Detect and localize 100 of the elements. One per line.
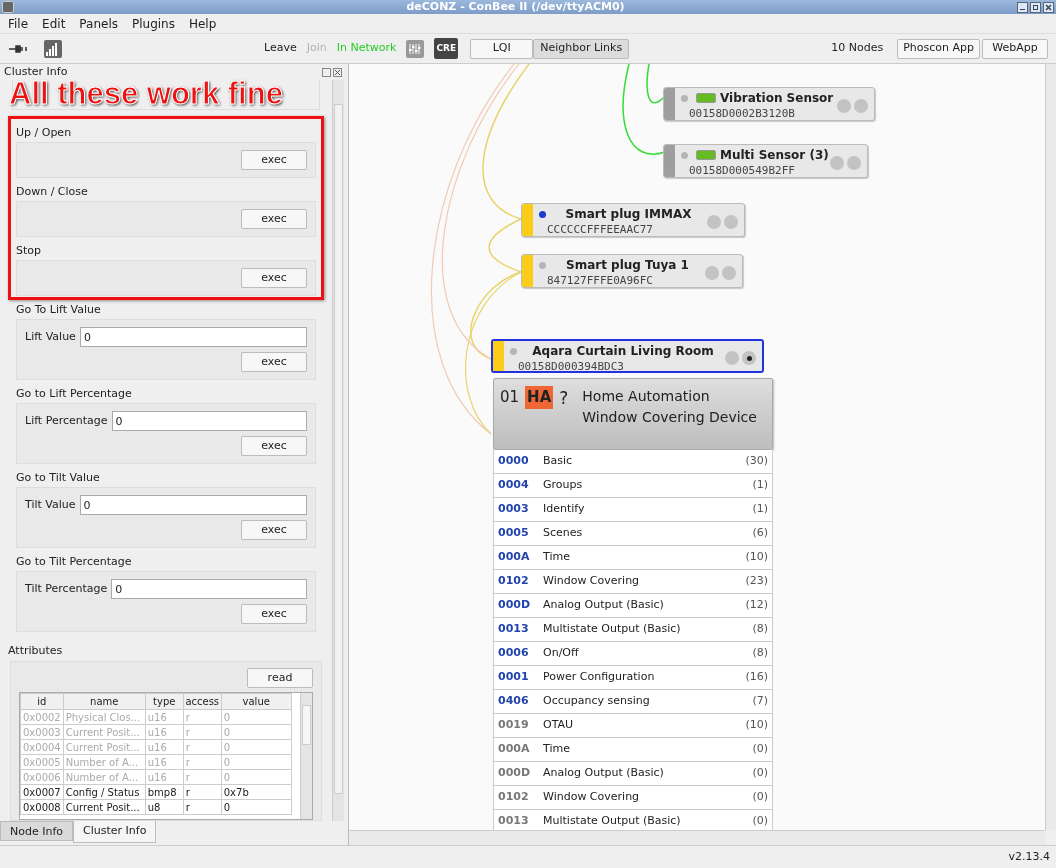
exec-button[interactable]: exec — [241, 150, 307, 170]
table-cell: 0 — [221, 769, 292, 785]
cluster-row[interactable]: 0013 Multistate Output (Basic) (8) — [493, 618, 773, 642]
app-button[interactable]: WebApp — [982, 38, 1048, 59]
cluster-row[interactable]: 000A Time (10) — [493, 546, 773, 570]
unknown-mark: ? — [559, 387, 569, 410]
read-button[interactable]: read — [247, 668, 313, 688]
table-cell: 0 — [221, 799, 292, 815]
cluster-id: 000D — [498, 597, 532, 614]
cre-badge[interactable]: CRE — [434, 37, 459, 60]
cluster-name: Window Covering — [543, 789, 641, 806]
endpoint-header[interactable]: 01 HA ? Home Automation Window Covering Device — [493, 378, 773, 450]
command-title: Go To Lift Value — [15, 302, 102, 318]
node-name: Aqara Curtain Living Room — [531, 343, 715, 360]
exec-button[interactable]: exec — [241, 520, 307, 540]
panel-tab[interactable]: Cluster Info — [73, 821, 157, 843]
table-cell: 0 — [221, 739, 292, 755]
menu-item[interactable]: File — [8, 14, 29, 33]
table-cell: u16 — [145, 769, 184, 785]
attribute-count: (1) — [752, 477, 768, 494]
cluster-name: Groups — [543, 477, 584, 494]
cluster-row[interactable]: 0102 Window Covering (0) — [493, 786, 773, 810]
endpoint-number: 01 — [500, 387, 520, 408]
column-header[interactable]: access — [183, 693, 222, 710]
table-cell: 0 — [221, 724, 292, 740]
scrollbar[interactable] — [300, 693, 312, 819]
node-address: 847127FFFE0A96FC — [546, 274, 654, 287]
network-node[interactable]: Vibration Sensor 00158D0002B3120B — [663, 87, 875, 121]
cluster-row[interactable]: 0019 OTAU (10) — [493, 714, 773, 738]
menu-item[interactable]: Plugins — [131, 14, 175, 33]
cluster-row[interactable]: 0005 Scenes (6) — [493, 522, 773, 546]
cluster-id: 000A — [498, 741, 531, 758]
table-cell: r — [183, 709, 222, 725]
cluster-id: 0005 — [498, 525, 530, 542]
exec-button[interactable]: exec — [241, 268, 307, 288]
cluster-row[interactable]: 0102 Window Covering (23) — [493, 570, 773, 594]
scrollbar[interactable] — [1045, 64, 1056, 830]
scrollbar[interactable] — [332, 80, 344, 821]
toolbar-action[interactable]: Leave — [264, 40, 297, 57]
cluster-row[interactable]: 0003 Identify (1) — [493, 498, 773, 522]
exec-button[interactable]: exec — [241, 436, 307, 456]
close-icon[interactable] — [1043, 1, 1054, 13]
exec-button[interactable]: exec — [241, 604, 307, 624]
attribute-count: (7) — [752, 693, 768, 710]
cluster-row[interactable]: 0406 Occupancy sensing (7) — [493, 690, 773, 714]
cluster-id: 0006 — [498, 645, 530, 662]
exec-button[interactable]: exec — [241, 352, 307, 372]
node-name: Smart plug Tuya 1 — [565, 257, 690, 274]
table-cell: r — [183, 799, 222, 815]
view-button[interactable]: LQI — [470, 38, 534, 59]
menu-item[interactable]: Panels — [79, 14, 118, 33]
node-name: Multi Sensor (3) — [720, 147, 829, 164]
number-field[interactable]: 0 — [111, 579, 307, 599]
network-node[interactable]: Smart plug Tuya 1 847127FFFE0A96FC — [521, 254, 743, 288]
cluster-row[interactable]: 000D Analog Output (Basic) (12) — [493, 594, 773, 618]
cluster-row[interactable]: 0013 Multistate Output (Basic) (0) — [493, 810, 773, 830]
cluster-row[interactable]: 000A Time (0) — [493, 738, 773, 762]
table-cell: 0 — [221, 754, 292, 770]
table-cell: r — [183, 784, 222, 800]
attribute-count: (0) — [752, 813, 768, 830]
column-header[interactable]: value — [221, 693, 292, 710]
network-node[interactable]: Aqara Curtain Living Room 00158D000394BDC3 — [491, 339, 764, 373]
float-icon[interactable] — [322, 67, 331, 77]
column-header[interactable]: type — [145, 693, 184, 710]
cluster-row[interactable]: 0001 Power Configuration (16) — [493, 666, 773, 690]
cluster-name: Occupancy sensing — [543, 693, 651, 710]
cluster-row[interactable]: 0006 On/Off (8) — [493, 642, 773, 666]
cluster-id: 0000 — [498, 453, 530, 470]
number-field[interactable]: 0 — [79, 495, 307, 515]
network-node[interactable]: Multi Sensor (3) 00158D000549B2FF — [663, 144, 868, 178]
panel-tab[interactable]: Node Info — [0, 821, 74, 841]
cluster-row[interactable]: 000D Analog Output (Basic) (0) — [493, 762, 773, 786]
menu-item[interactable]: Help — [188, 14, 217, 33]
app-button[interactable]: Phoscon App — [897, 38, 980, 59]
number-field[interactable]: 0 — [111, 411, 307, 431]
table-cell: r — [183, 739, 222, 755]
number-field[interactable]: 0 — [79, 327, 307, 347]
table-cell: bmp8 — [145, 784, 184, 800]
node-count: 10 Nodes — [831, 40, 884, 57]
minimize-icon[interactable] — [1017, 1, 1028, 13]
maximize-icon[interactable] — [1030, 1, 1041, 13]
cluster-name: Identify — [543, 501, 586, 518]
plug-icon[interactable] — [8, 44, 28, 53]
column-header[interactable]: name — [63, 693, 146, 710]
equalizer-icon[interactable] — [406, 39, 425, 58]
cluster-row[interactable]: 0004 Groups (1) — [493, 474, 773, 498]
cluster-id: 0003 — [498, 501, 530, 518]
view-button[interactable]: Neighbor Links — [533, 38, 630, 59]
cluster-row[interactable]: 0000 Basic (30) — [493, 450, 773, 474]
exec-button[interactable]: exec — [241, 209, 307, 229]
table-cell: Current Posit... — [63, 724, 146, 740]
network-node[interactable]: Smart plug IMMAX CCCCCCFFFEEAAC77 — [521, 203, 745, 237]
table-cell: r — [183, 769, 222, 785]
scrollbar[interactable] — [349, 830, 1045, 845]
close-icon[interactable] — [333, 67, 342, 77]
column-header[interactable]: id — [20, 693, 64, 710]
profile-badge: HA — [525, 386, 554, 409]
menu-item[interactable]: Edit — [42, 14, 66, 33]
attribute-count: (10) — [745, 717, 768, 734]
signal-icon[interactable] — [44, 39, 62, 58]
